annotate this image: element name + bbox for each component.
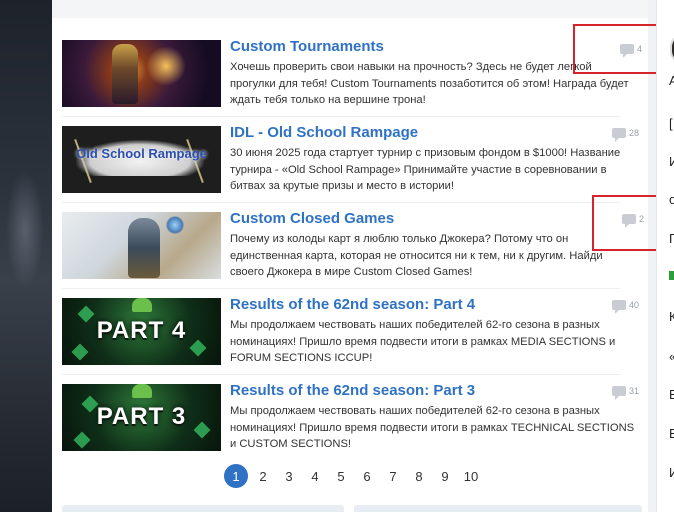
top-strip [52, 0, 648, 18]
sidebar-entry[interactable]: В [669, 388, 674, 402]
page-button[interactable]: 3 [276, 464, 302, 488]
divider [62, 374, 620, 375]
background-art [0, 0, 52, 512]
right-sidebar: А [ И о Г К « В В И [656, 0, 674, 512]
page-button[interactable]: 10 [458, 464, 484, 488]
news-item: Custom Tournaments Хочешь проверить свои… [62, 38, 642, 110]
news-item: Old School Rampage IDL - Old School Ramp… [62, 124, 639, 196]
bottom-card [62, 505, 344, 512]
highlight-box [573, 24, 659, 74]
page-button[interactable]: 2 [250, 464, 276, 488]
page-button-current[interactable]: 1 [224, 464, 248, 488]
thumbnail-text: PART 3 [96, 403, 187, 430]
news-title-link[interactable]: Custom Closed Games [230, 210, 394, 227]
page-button[interactable]: 6 [354, 464, 380, 488]
page-button[interactable]: 9 [432, 464, 458, 488]
sidebar-entry[interactable]: В [669, 427, 674, 441]
bottom-card [354, 505, 642, 512]
highlight-box [592, 195, 660, 251]
sidebar-entry[interactable]: А [669, 74, 674, 88]
news-description: Почему из колоды карт я люблю только Джо… [230, 233, 603, 279]
news-title-link[interactable]: Results of the 62nd season: Part 3 [230, 382, 475, 399]
comment-count[interactable]: 31 [612, 386, 639, 400]
thumbnail-text: Old School Rampage [76, 146, 207, 161]
comment-icon [612, 300, 626, 314]
divider [62, 116, 620, 117]
page-button[interactable]: 5 [328, 464, 354, 488]
sidebar-entry[interactable]: « [669, 350, 674, 364]
news-title-link[interactable]: Results of the 62nd season: Part 4 [230, 296, 475, 313]
divider [62, 288, 620, 289]
news-description: Мы продолжаем чествовать наших победител… [230, 405, 635, 451]
news-description: 30 июня 2025 года стартует турнир с приз… [230, 147, 621, 193]
news-thumbnail[interactable]: PART 3 [62, 384, 221, 451]
sidebar-entry[interactable]: К [669, 310, 674, 324]
pagination: 1 2 3 4 5 6 7 8 9 10 [224, 464, 484, 488]
news-thumbnail[interactable] [62, 40, 221, 107]
news-thumbnail[interactable]: PART 4 [62, 298, 221, 365]
sidebar-entry[interactable]: И [669, 466, 674, 480]
comment-icon [612, 128, 626, 142]
comment-count[interactable]: 40 [612, 300, 639, 314]
avatar[interactable] [670, 34, 674, 64]
divider [62, 202, 620, 203]
comment-icon [612, 386, 626, 400]
news-item: Custom Closed Games Почему из колоды кар… [62, 210, 644, 282]
news-item: PART 3 Results of the 62nd season: Part … [62, 382, 639, 454]
sidebar-entry[interactable]: Г [669, 232, 674, 246]
status-badge [669, 271, 674, 280]
news-item: PART 4 Results of the 62nd season: Part … [62, 296, 639, 368]
news-title-link[interactable]: Custom Tournaments [230, 38, 384, 55]
page-button[interactable]: 8 [406, 464, 432, 488]
comment-count[interactable]: 28 [612, 128, 639, 142]
sidebar-entry[interactable]: о [669, 193, 674, 207]
thumbnail-text: PART 4 [96, 317, 187, 344]
sidebar-entry[interactable]: И [669, 155, 674, 169]
news-thumbnail[interactable] [62, 212, 221, 279]
news-title-link[interactable]: IDL - Old School Rampage [230, 124, 418, 141]
news-description: Мы продолжаем чествовать наших победител… [230, 319, 616, 365]
page-button[interactable]: 7 [380, 464, 406, 488]
sidebar-entry[interactable]: [ [669, 117, 673, 131]
news-thumbnail[interactable]: Old School Rampage [62, 126, 221, 193]
page-button[interactable]: 4 [302, 464, 328, 488]
